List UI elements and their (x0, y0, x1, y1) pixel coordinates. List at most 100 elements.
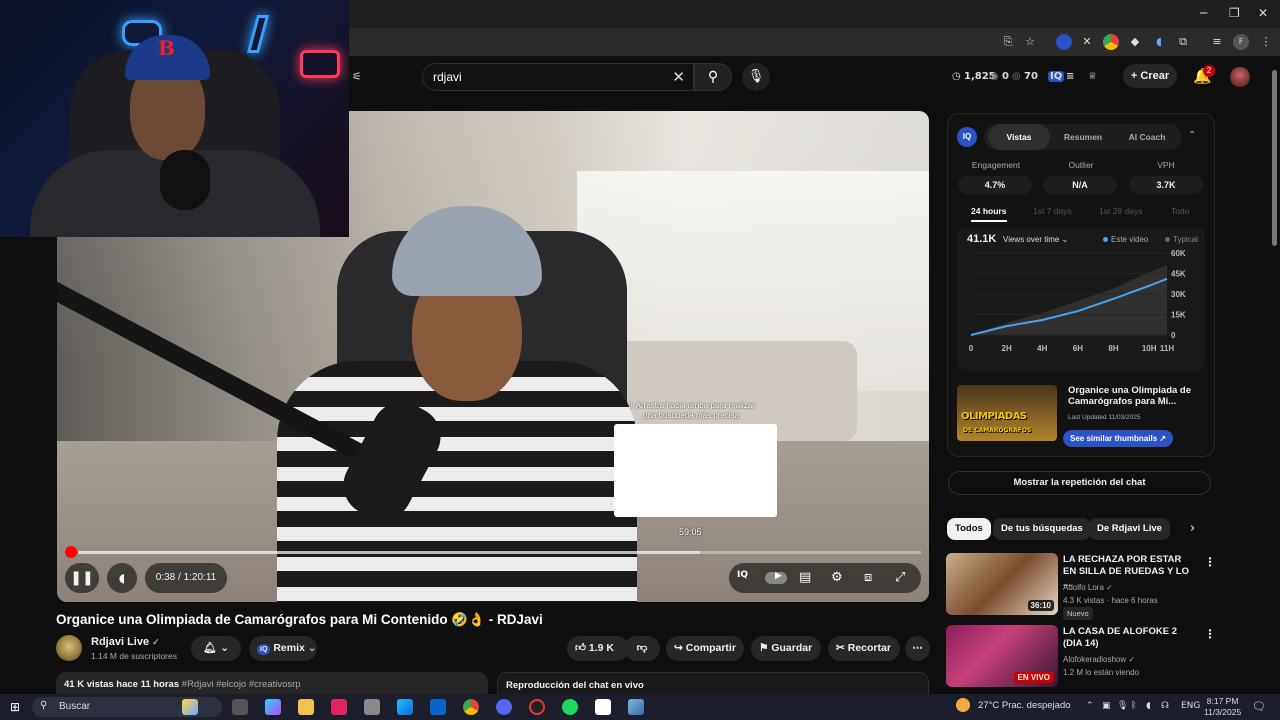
tray-app-icon[interactable]: ▣ (1102, 701, 1111, 711)
recommended-channel-1[interactable]: Adolfo Lora ✓ (1063, 583, 1113, 592)
copilot-app-icon[interactable] (265, 699, 281, 715)
recommended-thumbnail-1[interactable]: 36:10 (946, 553, 1058, 615)
tray-overflow-icon[interactable]: ⌃ (1086, 701, 1094, 711)
install-icon[interactable]: ⎘ (1000, 34, 1016, 50)
ext-list-icon[interactable]: ≡ (1066, 71, 1074, 82)
task-view-icon[interactable] (232, 699, 248, 715)
extension-diamond-icon[interactable]: ◆ (1127, 34, 1143, 50)
extension-color-icon[interactable] (1103, 34, 1119, 50)
bookmark-star-icon[interactable]: ☆ (1022, 34, 1038, 50)
recommended-channel-2[interactable]: Alofokeradioshow ✓ (1063, 655, 1135, 664)
chips-next-arrow-icon[interactable]: › (1190, 521, 1195, 536)
miniplayer-icon[interactable]: ⧈ (864, 570, 872, 585)
range-tab-underline (971, 220, 1007, 222)
chip-todos[interactable]: Todos (947, 518, 991, 540)
filter-icon[interactable]: ⚟ (352, 70, 362, 83)
range-tab-all[interactable]: Todo (1171, 206, 1189, 216)
profile-icon[interactable]: F (1233, 34, 1249, 50)
tab-resumen[interactable]: Resumen (1052, 124, 1114, 150)
extensions-puzzle-icon[interactable]: ⧉ (1175, 34, 1191, 50)
voice-search-button[interactable]: 🎙 (742, 63, 770, 91)
range-tab-7d[interactable]: 1st 7 days (1033, 206, 1072, 216)
see-similar-thumbnails-button[interactable]: See similar thumbnails ↗ (1063, 430, 1174, 447)
tray-bluetooth-icon[interactable]: ᛒ (1131, 701, 1136, 711)
extension-x-icon[interactable]: ✕ (1079, 34, 1095, 50)
x-tick-label: 11H (1160, 344, 1174, 353)
tab-ai-coach[interactable]: AI Coach (1116, 124, 1178, 150)
share-button[interactable]: ↪ Compartir (666, 636, 744, 661)
like-button[interactable]: 👍︎ 1.9 K (567, 636, 629, 661)
search-button[interactable]: ⚲ (694, 63, 732, 91)
discord-app-icon[interactable] (496, 699, 512, 715)
edge-browser-icon[interactable] (397, 699, 413, 715)
fullscreen-icon[interactable]: ⤢ (895, 570, 905, 585)
pause-icon: ❚❚ (70, 570, 94, 586)
tray-audio-icon[interactable]: ◖ (1146, 701, 1151, 711)
remix-button[interactable]: IQ Remix ⌄ (249, 636, 317, 661)
recommended-menu-icon-2[interactable]: ⋮ (1204, 627, 1216, 641)
maximize-button[interactable]: ❐ (1229, 6, 1240, 20)
tiktok-app-icon[interactable] (331, 699, 347, 715)
search-input[interactable]: rdjavi (433, 70, 462, 84)
spotify-app-icon[interactable] (562, 699, 578, 715)
channel-avatar[interactable] (56, 635, 82, 661)
y-tick-label: 60K (1171, 249, 1186, 258)
video-thumbnail[interactable]: OLIMPIADAS DE CAMARÓGRAFOS (957, 385, 1057, 441)
chip-de-tus-busquedas[interactable]: De tus búsquedas (993, 518, 1091, 540)
iq-player-icon[interactable]: IQ (737, 570, 748, 580)
minimize-button[interactable]: ─ (1200, 6, 1207, 20)
extension-icon[interactable] (1056, 34, 1072, 50)
collapse-chevron-icon[interactable]: ⌃ (1188, 130, 1196, 141)
tab-vistas[interactable]: Vistas (988, 124, 1050, 150)
keyboard-language[interactable]: ENG (1181, 701, 1200, 711)
progress-scrubber[interactable] (65, 546, 77, 558)
page-scrollbar-thumb[interactable] (1272, 70, 1277, 246)
channel-name-text[interactable]: Rdjavi Live (91, 636, 149, 648)
iq-ext-icon[interactable]: IQ (1048, 71, 1065, 82)
chart-metric-dropdown[interactable]: Views over time ⌄ (1003, 235, 1068, 244)
tray-headset-icon[interactable]: ☊ (1161, 701, 1169, 711)
store-app-icon[interactable] (364, 699, 380, 715)
browser-menu-icon[interactable]: ⋮ (1258, 34, 1274, 50)
channel-name[interactable]: Rdjavi Live ✓ (91, 636, 160, 648)
save-button[interactable]: ⚑ Guardar (751, 636, 821, 661)
more-actions-button[interactable]: ⋯ (905, 636, 930, 661)
settings-gear-icon[interactable]: ⚙ (831, 570, 843, 585)
notification-center-icon[interactable]: 🗨 (1252, 700, 1266, 713)
search-icon: ⚲ (707, 69, 719, 85)
recommended-menu-icon-1[interactable]: ⋮ (1204, 555, 1216, 569)
outlook-app-icon[interactable] (430, 699, 446, 715)
user-avatar[interactable] (1230, 67, 1250, 87)
taskbar-clock[interactable]: 8:17 PM 11/3/2025 (1204, 696, 1241, 718)
hashtags[interactable]: #Rdjavi #elcojo #creativosrp (182, 679, 301, 690)
clip-button[interactable]: ✂ Recortar (828, 636, 900, 661)
ext-trophy-icon[interactable]: ♕ (1088, 71, 1097, 82)
obs-app-icon[interactable] (529, 699, 545, 715)
pause-button[interactable]: ❚❚ (65, 563, 99, 593)
volume-button[interactable]: ◖ (107, 563, 137, 593)
create-button[interactable]: + Crear (1123, 64, 1177, 88)
file-explorer-icon[interactable] (298, 699, 314, 715)
subscribed-bell-button[interactable]: 🔔︎ ⌄ (191, 636, 241, 661)
range-tab-28d[interactable]: 1st 28 days (1099, 206, 1142, 216)
copilot-sparkle-icon[interactable] (182, 699, 198, 715)
windows-start-icon[interactable]: ⊞ (10, 700, 20, 714)
weather-text[interactable]: 27°C Prac. despejado (978, 700, 1071, 711)
range-tab-24h[interactable]: 24 hours (971, 206, 1006, 216)
chip-de-rdjavi-live[interactable]: De Rdjavi Live (1089, 518, 1170, 540)
like-count: 1.9 K (588, 642, 615, 654)
dislike-button[interactable]: 👎︎ (624, 636, 660, 661)
subtitles-icon[interactable]: ▤ (799, 570, 811, 585)
reading-list-icon[interactable]: ≡ (1209, 34, 1225, 50)
app-cube-icon[interactable] (628, 699, 644, 715)
close-window-button[interactable]: ✕ (1258, 6, 1268, 20)
extension-audio-icon[interactable]: ◖ (1151, 34, 1167, 50)
search-box[interactable]: rdjavi ✕ (422, 63, 694, 91)
recommended-title-2[interactable]: LA CASA DE ALOFOKE 2 (DIA 14) (1063, 626, 1193, 650)
recommended-thumbnail-2[interactable]: EN VIVO (946, 625, 1058, 687)
chrome-browser-icon[interactable] (463, 699, 479, 715)
show-chat-replay-button[interactable]: Mostrar la repetición del chat (948, 471, 1211, 495)
clear-search-icon[interactable]: ✕ (672, 68, 685, 86)
tray-mic-icon[interactable]: 🎙 (1117, 701, 1128, 711)
capcut-app-icon[interactable] (595, 699, 611, 715)
